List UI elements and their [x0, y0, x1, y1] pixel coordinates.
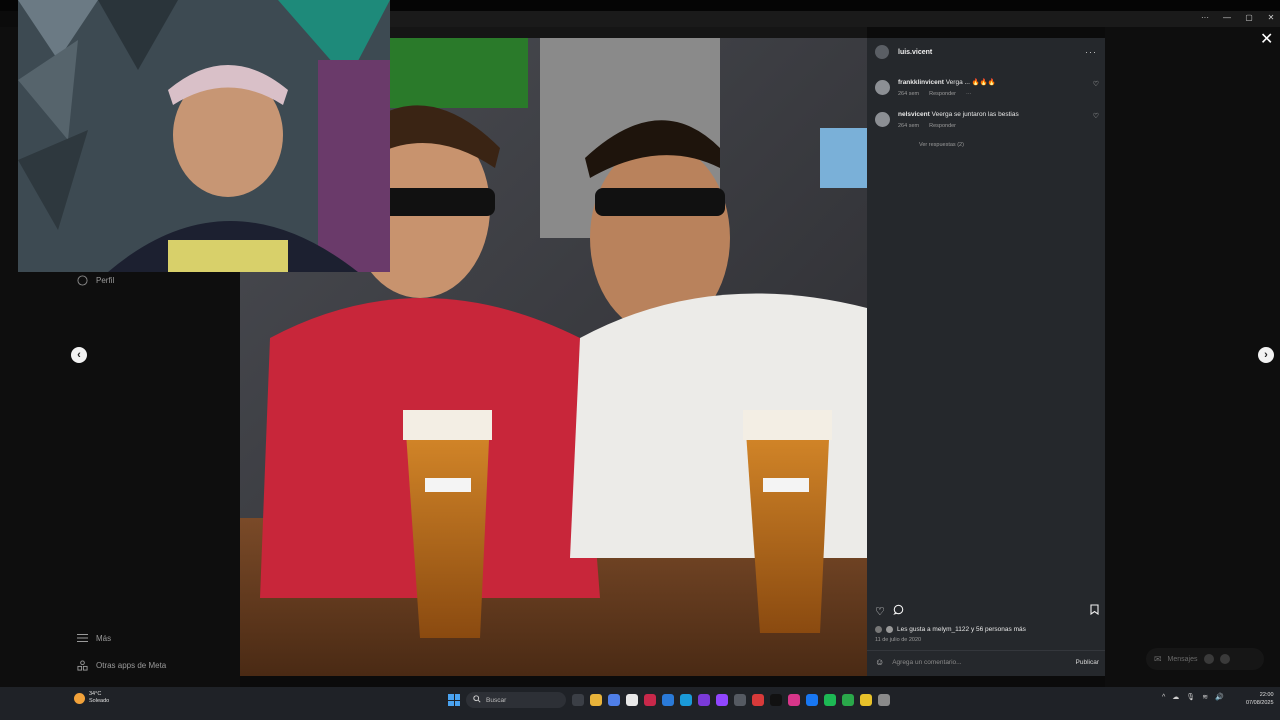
comment-input[interactable]: Agrega un comentario...	[892, 659, 961, 666]
apps-grid-icon	[76, 659, 88, 671]
comment-username[interactable]: frankklinvicent	[898, 79, 944, 86]
avatar	[1219, 654, 1230, 664]
likes-text: Les gusta a melym_1122 y 56 personas más	[897, 626, 1026, 633]
post-date: 11 de julio de 2020	[875, 637, 922, 643]
next-post-button[interactable]: ›	[1258, 347, 1274, 363]
prev-post-button[interactable]: ‹	[71, 347, 87, 363]
messages-label: Mensajes	[1167, 655, 1198, 663]
profile-icon	[76, 274, 88, 286]
sidebar-item-meta-apps[interactable]: Otras apps de Meta	[76, 659, 166, 671]
avatar[interactable]	[875, 112, 890, 127]
webcam-overlay	[18, 0, 390, 272]
post-actions: ♡	[875, 604, 1099, 618]
post-username[interactable]: luis.vicent	[898, 49, 932, 56]
system-tray: ^ ☁ 🎙 ≋ 🔊	[1162, 693, 1224, 702]
chevron-up-icon[interactable]: ^	[1162, 694, 1165, 701]
reply-button[interactable]: Responder	[929, 91, 956, 97]
window-controls: ··· — ▢ ✕	[1200, 12, 1276, 24]
avatar	[875, 626, 882, 633]
view-replies-button[interactable]: Ver respuestas (2)	[919, 142, 964, 148]
window-titlebar	[390, 11, 1280, 27]
post-header: luis.vicent ···	[867, 38, 1105, 66]
comment-options-icon[interactable]: ···	[966, 91, 972, 97]
hamburger-icon	[76, 632, 88, 644]
bookmark-icon[interactable]	[1090, 604, 1099, 618]
add-comment-row: ☺ Agrega un comentario... Publicar	[875, 657, 1099, 667]
search-placeholder: Buscar	[486, 696, 507, 704]
reply-button[interactable]: Responder	[929, 123, 956, 129]
avatar[interactable]	[875, 80, 890, 95]
spotify-icon[interactable]	[824, 694, 836, 706]
outlook-icon[interactable]	[662, 694, 674, 706]
chrome-icon[interactable]	[608, 694, 620, 706]
terminal-icon[interactable]	[878, 694, 890, 706]
tiktok-icon[interactable]	[770, 694, 782, 706]
emoji-icon[interactable]: ☺	[875, 657, 884, 667]
twitch-icon[interactable]	[716, 694, 728, 706]
avatar	[886, 626, 893, 633]
sidebar-item-label: Más	[96, 633, 112, 643]
cloud-icon[interactable]: ☁	[1172, 693, 1179, 701]
minimize-icon[interactable]: —	[1222, 12, 1232, 24]
taskbar-apps: Buscar	[448, 692, 890, 708]
window-menu-icon[interactable]: ···	[1200, 12, 1210, 24]
avatar[interactable]	[875, 45, 889, 59]
clock-date: 07/08/2025	[1246, 700, 1274, 706]
sidebar-item-label: Otras apps de Meta	[96, 660, 167, 670]
obs-icon[interactable]	[734, 694, 746, 706]
comment-like-icon[interactable]: ♡	[1093, 112, 1099, 129]
right-backdrop	[1105, 27, 1280, 687]
notepad-icon[interactable]	[626, 694, 638, 706]
avatar	[1203, 654, 1214, 664]
like-icon[interactable]: ♡	[875, 605, 885, 618]
sidebar-item-label: Perfil	[96, 275, 115, 285]
messenger-icon[interactable]	[698, 694, 710, 706]
likes-summary[interactable]: Les gusta a melym_1122 y 56 personas más	[875, 626, 1026, 633]
taskbar-search[interactable]: Buscar	[466, 692, 566, 708]
comment-username[interactable]: nelsvicent	[898, 111, 930, 118]
weather-temp: 34°C	[89, 691, 102, 697]
more-options-icon[interactable]: ···	[1085, 47, 1097, 57]
post-details-panel: luis.vicent ··· frankklinvicent Verga ..…	[867, 38, 1105, 676]
taskbar-clock[interactable]: 22:00 07/08/2025	[1246, 691, 1274, 707]
comment-time: 264 sem	[898, 91, 920, 97]
comment-item: nelsvicent Veerga se juntaron las bestia…	[875, 110, 1099, 129]
app-icon[interactable]	[752, 694, 764, 706]
publish-button[interactable]: Publicar	[1076, 659, 1099, 666]
comment-like-icon[interactable]: ♡	[1093, 80, 1099, 97]
windows-start-icon[interactable]	[448, 694, 460, 706]
maximize-icon[interactable]: ▢	[1244, 12, 1254, 24]
clock-time: 22:00	[1259, 692, 1274, 698]
notes-icon[interactable]	[860, 694, 872, 706]
divider	[867, 650, 1105, 651]
opera-icon[interactable]	[644, 694, 656, 706]
sun-icon	[74, 692, 85, 704]
facebook-icon[interactable]	[806, 694, 818, 706]
instagram-icon[interactable]	[788, 694, 800, 706]
file-explorer-icon[interactable]	[590, 694, 602, 706]
task-view-icon[interactable]	[572, 694, 584, 706]
sidebar-item-more[interactable]: Más	[76, 632, 111, 644]
search-icon	[473, 695, 481, 705]
wifi-icon[interactable]: ≋	[1202, 693, 1208, 701]
volume-icon[interactable]: 🔊	[1215, 693, 1224, 701]
mic-icon[interactable]: 🎙	[1186, 693, 1195, 701]
messages-button[interactable]: ✉ Mensajes	[1146, 648, 1264, 670]
weather-desc: Soleado	[89, 698, 110, 704]
comment-text: Verga ... 🔥🔥🔥	[945, 79, 996, 86]
comment-icon[interactable]	[893, 604, 904, 618]
screen: ··· — ▢ ✕ Perfil Más Otras apps de Meta	[0, 0, 1280, 720]
close-modal-button[interactable]: ✕	[1260, 32, 1273, 48]
messages-icon: ✉	[1154, 653, 1162, 664]
taskbar: 34°C Soleado Buscar ^ ☁ 🎙 ≋ 🔊 22:00 07/0…	[0, 687, 1280, 720]
weather-widget[interactable]: 34°C Soleado	[74, 691, 109, 705]
sidebar-item-profile[interactable]: Perfil	[76, 274, 114, 286]
comment-text: Veerga se juntaron las bestias	[931, 111, 1019, 118]
comment-time: 264 sem	[898, 123, 920, 129]
window-close-icon[interactable]: ✕	[1266, 12, 1276, 24]
xbox-icon[interactable]	[842, 694, 854, 706]
edge-icon[interactable]	[680, 694, 692, 706]
comment-item: frankklinvicent Verga ... 🔥🔥🔥 264 sem Re…	[875, 78, 1099, 97]
